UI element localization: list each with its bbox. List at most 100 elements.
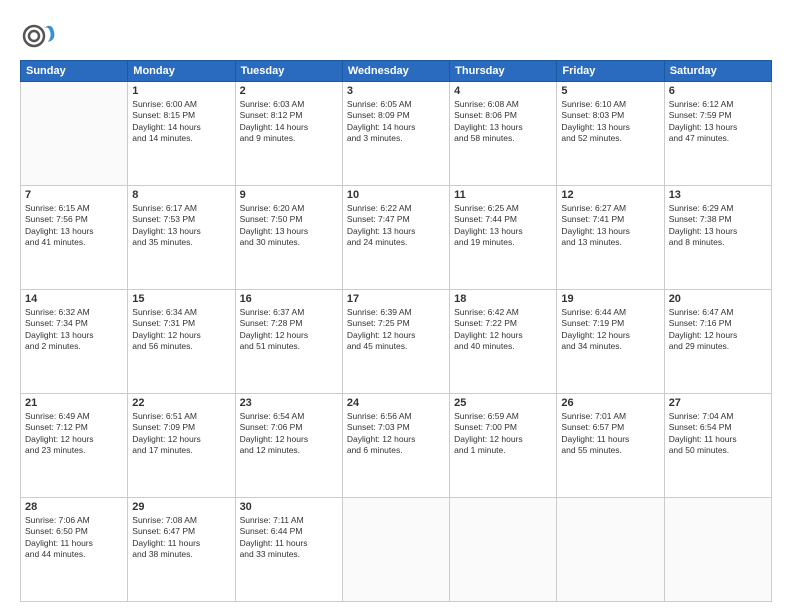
day-number: 19 (561, 293, 659, 305)
day-number: 24 (347, 397, 445, 409)
calendar-cell: 30Sunrise: 7:11 AM Sunset: 6:44 PM Dayli… (235, 498, 342, 602)
cell-text: Sunrise: 6:44 AM Sunset: 7:19 PM Dayligh… (561, 307, 659, 353)
cell-text: Sunrise: 6:10 AM Sunset: 8:03 PM Dayligh… (561, 99, 659, 145)
cell-text: Sunrise: 6:49 AM Sunset: 7:12 PM Dayligh… (25, 411, 123, 457)
calendar-cell: 26 Sunrise: 7:01 AM Sunset: 6:57 PM Dayli… (557, 394, 664, 498)
cell-text: Sunrise: 6:25 AM Sunset: 7:44 PM Dayligh… (454, 203, 552, 249)
calendar-cell: 7 Sunrise: 6:15 AM Sunset: 7:56 PM Daylig… (21, 186, 128, 290)
cell-text: Sunrise: 6:03 AM Sunset: 8:12 PM Dayligh… (240, 99, 338, 145)
calendar-cell: 9 Sunrise: 6:20 AM Sunset: 7:50 PM Daylig… (235, 186, 342, 290)
day-number: 12 (561, 189, 659, 201)
cell-text: Sunrise: 6:51 AM Sunset: 7:09 PM Dayligh… (132, 411, 230, 457)
day-number: 16 (240, 293, 338, 305)
day-number: 28 (25, 501, 123, 513)
day-number: 30 (240, 501, 338, 513)
calendar-cell: 6 Sunrise: 6:12 AM Sunset: 7:59 PM Daylig… (664, 82, 771, 186)
calendar-cell (450, 498, 557, 602)
calendar-cell: 2 Sunrise: 6:03 AM Sunset: 8:12 PM Daylig… (235, 82, 342, 186)
weekday-header-tuesday: Tuesday (235, 61, 342, 82)
cell-text: Sunrise: 6:12 AM Sunset: 7:59 PM Dayligh… (669, 99, 767, 145)
cell-text: Sunrise: 7:01 AM Sunset: 6:57 PM Dayligh… (561, 411, 659, 457)
weekday-header-saturday: Saturday (664, 61, 771, 82)
calendar-cell: 18 Sunrise: 6:42 AM Sunset: 7:22 PM Dayli… (450, 290, 557, 394)
day-number: 14 (25, 293, 123, 305)
calendar-cell (21, 82, 128, 186)
calendar-cell: 5 Sunrise: 6:10 AM Sunset: 8:03 PM Daylig… (557, 82, 664, 186)
header (20, 18, 772, 54)
calendar-week-3: 14 Sunrise: 6:32 AM Sunset: 7:34 PM Dayli… (21, 290, 772, 394)
cell-text: Sunrise: 6:56 AM Sunset: 7:03 PM Dayligh… (347, 411, 445, 457)
cell-text: Sunrise: 6:22 AM Sunset: 7:47 PM Dayligh… (347, 203, 445, 249)
logo-icon (20, 18, 56, 54)
calendar-cell: 15Sunrise: 6:34 AM Sunset: 7:31 PM Dayli… (128, 290, 235, 394)
cell-text: Sunrise: 6:32 AM Sunset: 7:34 PM Dayligh… (25, 307, 123, 353)
weekday-header-row: SundayMondayTuesdayWednesdayThursdayFrid… (21, 61, 772, 82)
cell-text: Sunrise: 6:17 AM Sunset: 7:53 PM Dayligh… (132, 203, 230, 249)
weekday-header-thursday: Thursday (450, 61, 557, 82)
day-number: 2 (240, 85, 338, 97)
day-number: 18 (454, 293, 552, 305)
calendar-cell: 14 Sunrise: 6:32 AM Sunset: 7:34 PM Dayli… (21, 290, 128, 394)
cell-text: Sunrise: 6:42 AM Sunset: 7:22 PM Dayligh… (454, 307, 552, 353)
weekday-header-friday: Friday (557, 61, 664, 82)
day-number: 22 (132, 397, 230, 409)
cell-text: Sunrise: 6:27 AM Sunset: 7:41 PM Dayligh… (561, 203, 659, 249)
day-number: 8 (132, 189, 230, 201)
calendar-cell: 20Sunrise: 6:47 AM Sunset: 7:16 PM Dayli… (664, 290, 771, 394)
cell-text: Sunrise: 6:05 AM Sunset: 8:09 PM Dayligh… (347, 99, 445, 145)
cell-text: Sunrise: 7:04 AM Sunset: 6:54 PM Dayligh… (669, 411, 767, 457)
calendar-cell (664, 498, 771, 602)
calendar-cell: 8 Sunrise: 6:17 AM Sunset: 7:53 PM Daylig… (128, 186, 235, 290)
calendar-cell: 28 Sunrise: 7:06 AM Sunset: 6:50 PM Dayli… (21, 498, 128, 602)
calendar-cell (342, 498, 449, 602)
calendar-week-1: 1 Sunrise: 6:00 AM Sunset: 8:15 PM Daylig… (21, 82, 772, 186)
day-number: 29 (132, 501, 230, 513)
day-number: 10 (347, 189, 445, 201)
cell-text: Sunrise: 6:29 AM Sunset: 7:38 PM Dayligh… (669, 203, 767, 249)
day-number: 27 (669, 397, 767, 409)
day-number: 23 (240, 397, 338, 409)
calendar-cell: 17 Sunrise: 6:39 AM Sunset: 7:25 PM Dayli… (342, 290, 449, 394)
day-number: 5 (561, 85, 659, 97)
cell-text: Sunrise: 6:54 AM Sunset: 7:06 PM Dayligh… (240, 411, 338, 457)
day-number: 11 (454, 189, 552, 201)
day-number: 21 (25, 397, 123, 409)
cell-text: Sunrise: 7:08 AM Sunset: 6:47 PM Dayligh… (132, 515, 230, 561)
cell-text: Sunrise: 6:34 AM Sunset: 7:31 PM Dayligh… (132, 307, 230, 353)
cell-text: Sunrise: 6:37 AM Sunset: 7:28 PM Dayligh… (240, 307, 338, 353)
day-number: 25 (454, 397, 552, 409)
day-number: 6 (669, 85, 767, 97)
day-number: 9 (240, 189, 338, 201)
cell-text: Sunrise: 7:06 AM Sunset: 6:50 PM Dayligh… (25, 515, 123, 561)
day-number: 13 (669, 189, 767, 201)
calendar-cell: 12 Sunrise: 6:27 AM Sunset: 7:41 PM Dayli… (557, 186, 664, 290)
calendar-week-4: 21 Sunrise: 6:49 AM Sunset: 7:12 PM Dayli… (21, 394, 772, 498)
day-number: 3 (347, 85, 445, 97)
cell-text: Sunrise: 6:39 AM Sunset: 7:25 PM Dayligh… (347, 307, 445, 353)
cell-text: Sunrise: 6:00 AM Sunset: 8:15 PM Dayligh… (132, 99, 230, 145)
day-number: 20 (669, 293, 767, 305)
calendar-cell: 13 Sunrise: 6:29 AM Sunset: 7:38 PM Dayli… (664, 186, 771, 290)
cell-text: Sunrise: 6:15 AM Sunset: 7:56 PM Dayligh… (25, 203, 123, 249)
calendar-week-2: 7 Sunrise: 6:15 AM Sunset: 7:56 PM Daylig… (21, 186, 772, 290)
day-number: 17 (347, 293, 445, 305)
calendar-week-5: 28 Sunrise: 7:06 AM Sunset: 6:50 PM Dayli… (21, 498, 772, 602)
weekday-header-monday: Monday (128, 61, 235, 82)
calendar-cell: 27 Sunrise: 7:04 AM Sunset: 6:54 PM Dayli… (664, 394, 771, 498)
cell-text: Sunrise: 6:08 AM Sunset: 8:06 PM Dayligh… (454, 99, 552, 145)
day-number: 4 (454, 85, 552, 97)
cell-text: Sunrise: 6:59 AM Sunset: 7:00 PM Dayligh… (454, 411, 552, 457)
calendar-cell: 10 Sunrise: 6:22 AM Sunset: 7:47 PM Dayli… (342, 186, 449, 290)
calendar-cell: 25 Sunrise: 6:59 AM Sunset: 7:00 PM Dayli… (450, 394, 557, 498)
calendar-cell: 16 Sunrise: 6:37 AM Sunset: 7:28 PM Dayli… (235, 290, 342, 394)
cell-text: Sunrise: 6:20 AM Sunset: 7:50 PM Dayligh… (240, 203, 338, 249)
calendar-cell (557, 498, 664, 602)
calendar-cell: 29 Sunrise: 7:08 AM Sunset: 6:47 PM Dayli… (128, 498, 235, 602)
weekday-header-sunday: Sunday (21, 61, 128, 82)
day-number: 26 (561, 397, 659, 409)
day-number: 7 (25, 189, 123, 201)
day-number: 1 (132, 85, 230, 97)
calendar-cell: 1 Sunrise: 6:00 AM Sunset: 8:15 PM Daylig… (128, 82, 235, 186)
calendar-cell: 11 Sunrise: 6:25 AM Sunset: 7:44 PM Dayli… (450, 186, 557, 290)
calendar-cell: 22 Sunrise: 6:51 AM Sunset: 7:09 PM Dayli… (128, 394, 235, 498)
